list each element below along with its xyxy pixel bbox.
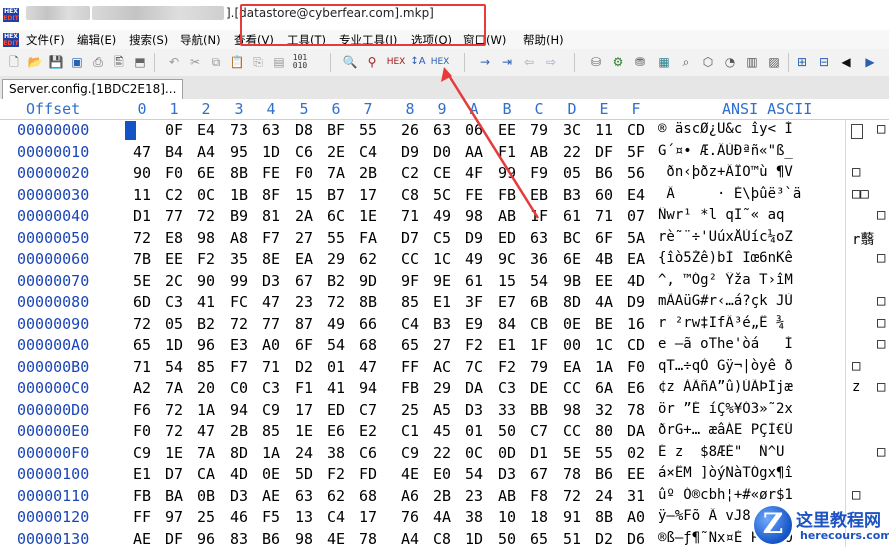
site-watermark: Z 这里教程网 herecours.com bbox=[752, 503, 889, 547]
watermark-title: 这里教程网 bbox=[796, 506, 881, 531]
watermark-domain: herecours.com bbox=[800, 529, 889, 542]
watermark-logo-letter: Z bbox=[752, 504, 794, 544]
annotation-arrow bbox=[0, 0, 889, 547]
